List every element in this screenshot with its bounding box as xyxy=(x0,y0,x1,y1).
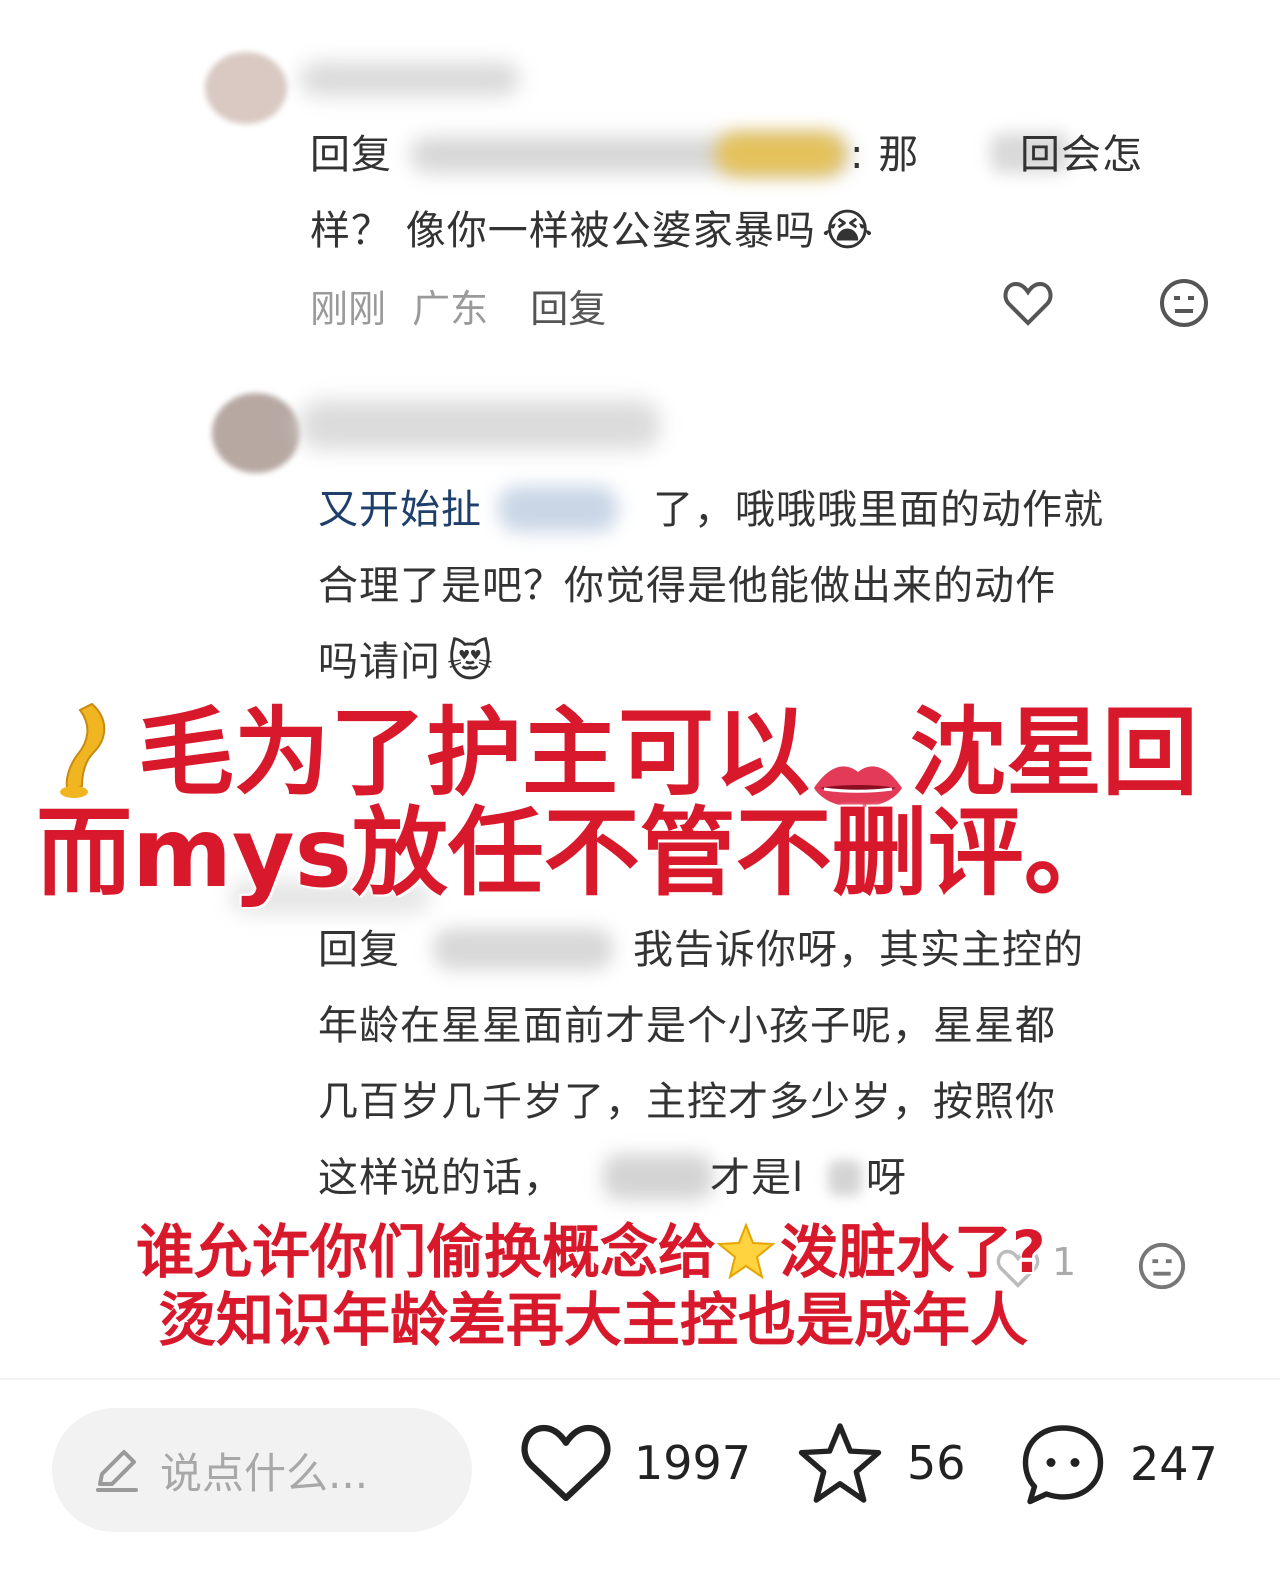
dislike-face-icon xyxy=(1138,1242,1186,1290)
overlay-caption-2-line1: 谁允许你们偷换概念给 泼脏水了? xyxy=(136,1218,1046,1286)
overlay-2-text-b: 泼脏水了? xyxy=(780,1218,1046,1286)
overlay-2-text-a: 谁允许你们偷换概念给 xyxy=(136,1218,717,1286)
avatar[interactable] xyxy=(205,52,287,124)
comment-3-line3: 几百岁几千岁了，主控才多少岁，按照你 xyxy=(318,1079,1056,1125)
favorite-button[interactable]: 56 xyxy=(795,1420,966,1506)
username-redacted xyxy=(300,400,660,450)
comment-2-text: 又开始扯 了，哦哦哦里面的动作就 合理了是吧？你觉得是他能做出来的动作 吗请问 … xyxy=(318,472,1218,700)
crying-emoji-icon: 😭 xyxy=(821,205,875,256)
word-redacted xyxy=(603,1154,713,1200)
like-post-button[interactable]: 1997 xyxy=(520,1420,751,1506)
heart-icon xyxy=(1003,281,1053,326)
comment-count-button[interactable]: 247 xyxy=(1018,1420,1218,1508)
comment-3-text: 回复 我告诉你呀，其实主控的 年龄在星星面前才是个小孩子呢，星星都 几百岁几千岁… xyxy=(318,912,1218,1216)
overlay-caption-1-line1: 毛为了护主可以 沈星回 xyxy=(138,698,1198,808)
like-button[interactable] xyxy=(1000,275,1056,331)
comment-count: 247 xyxy=(1130,1437,1218,1491)
overlay-1-text-b: 沈星回 xyxy=(910,697,1198,809)
lips-emoji-icon xyxy=(810,730,910,808)
reply-prefix: 回复 xyxy=(318,927,400,973)
overlay-caption-1-line2: 而mys放任不管不删评。 xyxy=(36,797,1120,909)
comment-input-placeholder: 说点什么... xyxy=(160,1448,369,1498)
star-emoji-icon xyxy=(716,1222,780,1280)
comment-2-line2: 合理了是吧？你觉得是他能做出来的动作 xyxy=(318,563,1056,609)
bottom-action-bar: 说点什么... 1997 56 247 xyxy=(0,1378,1280,1593)
overlay-caption-2-line2: 烫知识年龄差再大主控也是成年人 xyxy=(158,1286,1029,1354)
mention-redacted xyxy=(498,486,618,532)
like-count: 1997 xyxy=(634,1436,752,1490)
comment-3-line4-start: 这样说的话， xyxy=(318,1155,564,1201)
comment-1-line2: 样？ 像你一样被公婆家暴吗 xyxy=(310,208,816,254)
overlay-1-text-a: 毛为了护主可以 xyxy=(138,697,810,809)
username-redacted xyxy=(300,62,520,96)
comment-3-line4-end: 呀 xyxy=(866,1155,907,1201)
like-count: 1 xyxy=(1052,1240,1077,1284)
reply-prefix: 回复 xyxy=(310,132,392,178)
comment-2-line3: 吗请问 xyxy=(318,639,441,685)
comment-input[interactable]: 说点什么... xyxy=(52,1408,472,1532)
star-icon xyxy=(798,1423,882,1503)
region: 广东 xyxy=(412,287,489,331)
comment-3-line4-tail: 才是l xyxy=(710,1155,805,1201)
emoji-redacted xyxy=(715,132,845,176)
favorite-count: 56 xyxy=(907,1436,966,1490)
heart-eyes-cat-emoji-icon: 😻 xyxy=(447,636,494,687)
pencil-icon xyxy=(90,1444,142,1496)
mention-link[interactable]: 又开始扯 xyxy=(318,487,482,533)
comment-1-text: 回复 : 那 回会怎 样？ 像你一样被公婆家暴吗 😭 xyxy=(310,117,1210,269)
comment-1-meta: 刚刚 广东 回复 xyxy=(310,278,606,333)
heart-icon xyxy=(521,1424,611,1502)
dislike-button[interactable] xyxy=(1134,1238,1190,1294)
comment-3-line1-tail: 我告诉你呀，其实主控的 xyxy=(633,927,1084,973)
avatar[interactable] xyxy=(212,393,300,473)
comment-1-line1-tail2: 回会怎 xyxy=(1020,132,1143,178)
word-redacted xyxy=(828,1160,862,1196)
mention-redacted xyxy=(433,928,613,970)
reply-button[interactable]: 回复 xyxy=(530,287,606,331)
timestamp: 刚刚 xyxy=(310,287,387,331)
comment-3-line2: 年龄在星星面前才是个小孩子呢，星星都 xyxy=(318,1003,1056,1049)
dislike-face-icon xyxy=(1160,279,1208,327)
leg-emoji-icon xyxy=(52,700,122,800)
comment-1-line1-tail: : 那 xyxy=(850,132,920,178)
dislike-button[interactable] xyxy=(1156,275,1212,331)
chat-bubble-icon xyxy=(1022,1425,1104,1505)
comment-2-line1-tail: 了，哦哦哦里面的动作就 xyxy=(653,487,1104,533)
